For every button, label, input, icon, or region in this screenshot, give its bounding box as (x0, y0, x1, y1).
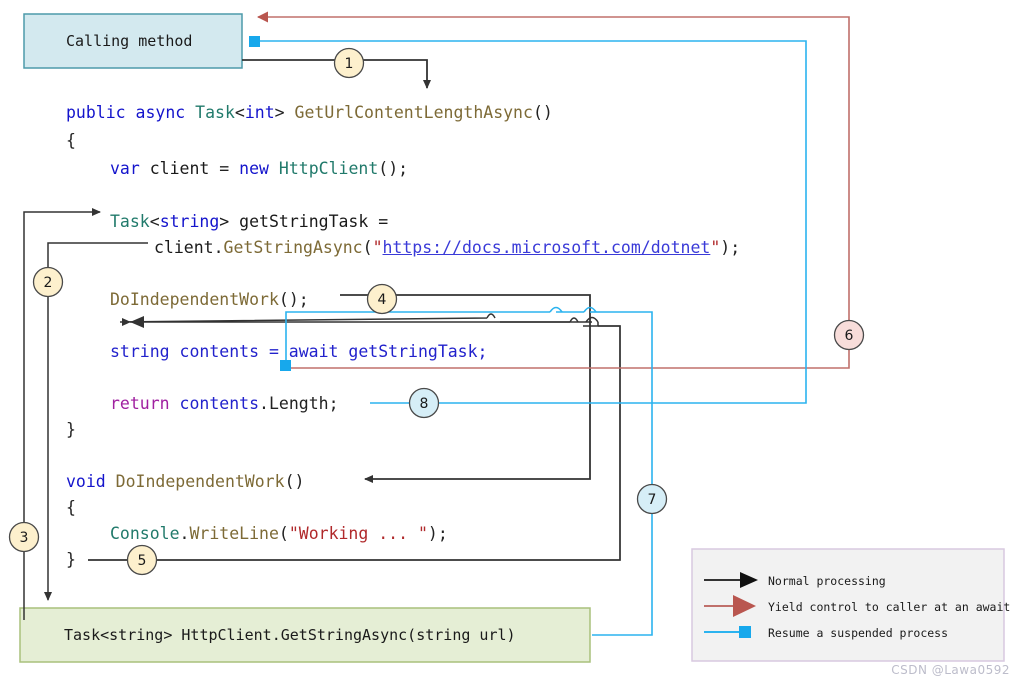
step-marker-3-label: 3 (20, 530, 29, 546)
step-marker-4: 4 (366, 283, 398, 315)
code-token: var (110, 159, 150, 178)
code-token: { (66, 498, 76, 517)
code-token: string contents = await getStringTask; (110, 342, 488, 361)
code-line: var client = new HttpClient(); (110, 159, 408, 178)
code-token: () (532, 103, 553, 122)
code-token: Task (195, 103, 235, 122)
code-token: contents (179, 394, 260, 413)
code-token: (); (378, 159, 409, 178)
code-token: new (239, 159, 279, 178)
step-marker-6: 6 (833, 319, 865, 351)
code-token: Console (110, 524, 180, 543)
code-token: void (66, 472, 116, 491)
step-marker-3: 3 (8, 521, 40, 553)
step-marker-1-label: 1 (345, 56, 354, 72)
code-token: .Length; (259, 394, 339, 413)
code-token: GetStringAsync (223, 238, 363, 257)
code-line: client.GetStringAsync("https://docs.micr… (154, 238, 740, 257)
step-marker-2-label: 2 (44, 275, 53, 291)
code-line: return contents.Length; (110, 394, 339, 413)
code-token: > getStringTask = (219, 212, 389, 231)
code-line: DoIndependentWork(); (110, 290, 309, 309)
code-token: ); (427, 524, 448, 543)
code-token: client (149, 159, 220, 178)
code-token: > (274, 103, 295, 122)
step-marker-2: 2 (32, 266, 64, 298)
code-token: Task (110, 212, 150, 231)
step-marker-8: 8 (408, 387, 440, 419)
code-token: < (234, 103, 245, 122)
code-line: { (66, 498, 76, 517)
code-token: } (66, 550, 76, 569)
code-token: . (213, 238, 224, 257)
code-token: " (372, 238, 383, 257)
code-line: { (66, 131, 76, 150)
code-token: ( (278, 524, 289, 543)
code-line: void DoIndependentWork() (66, 472, 304, 491)
get-string-async-label: Task<string> HttpClient.GetStringAsync(s… (64, 626, 516, 644)
step-marker-4-label: 4 (378, 292, 387, 308)
code-token: < (149, 212, 160, 231)
step-marker-1: 1 (333, 47, 365, 79)
legend-label-yield: Yield control to caller at an await (768, 600, 1011, 614)
watermark: CSDN @Lawa0592 (891, 663, 1010, 677)
code-token: ); (720, 238, 741, 257)
code-token: (); (278, 290, 309, 309)
code-token: { (66, 131, 76, 150)
code-line: } (66, 550, 76, 569)
diagram-canvas: 1 2 3 4 5 6 7 8 Calling method Task<stri… (0, 0, 1022, 681)
step-marker-6-label: 6 (845, 328, 854, 344)
code-line: Console.WriteLine("Working ... "); (110, 524, 448, 543)
flow-arrow-3 (23, 208, 101, 620)
code-token: GetUrlContentLengthAsync (294, 103, 533, 122)
code-token: int (244, 103, 275, 122)
code-line: Task<string> getStringTask = (110, 212, 388, 231)
code-token: client (154, 238, 214, 257)
code-token: ( (362, 238, 373, 257)
code-line: public async Task<int> GetUrlContentLeng… (66, 103, 553, 122)
legend-label-normal: Normal processing (768, 574, 886, 588)
step-marker-8-label: 8 (420, 396, 429, 412)
code-token[interactable]: https://docs.microsoft.com/dotnet (383, 238, 711, 257)
code-token: . (179, 524, 190, 543)
code-token: public async (66, 103, 196, 122)
code-token: " (710, 238, 721, 257)
step-marker-5-label: 5 (138, 553, 147, 569)
code-token: () (284, 472, 305, 491)
code-token: DoIndependentWork (110, 290, 279, 309)
code-token: "Working ... " (288, 524, 428, 543)
legend-label-resume: Resume a suspended process (768, 626, 949, 640)
step-marker-7-label: 7 (648, 492, 657, 508)
code-token: DoIndependentWork (115, 472, 285, 491)
code-token: string (159, 212, 220, 231)
code-line: string contents = await getStringTask; (110, 342, 488, 361)
calling-method-label: Calling method (66, 32, 193, 50)
code-token: = (219, 159, 240, 178)
code-token: HttpClient (278, 159, 379, 178)
code-token: WriteLine (189, 524, 279, 543)
step-marker-5: 5 (126, 544, 158, 576)
step-marker-7: 7 (636, 483, 668, 515)
code-token: } (66, 420, 76, 439)
code-line: } (66, 420, 76, 439)
code-token: return (110, 394, 180, 413)
